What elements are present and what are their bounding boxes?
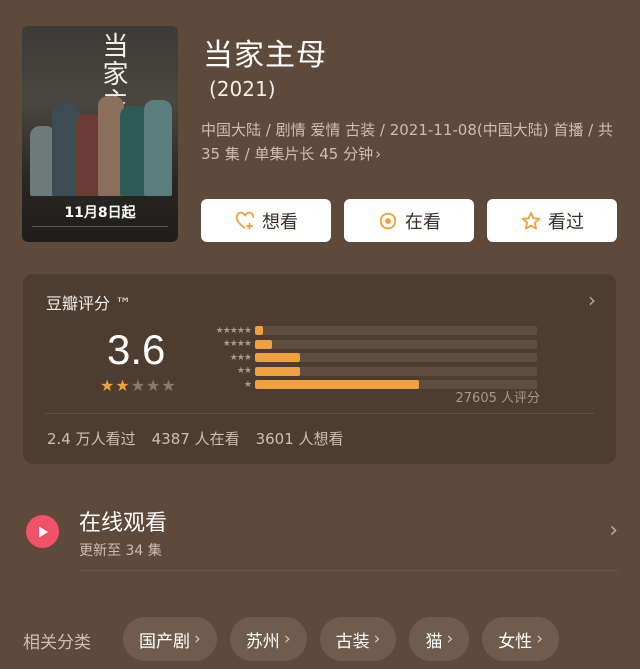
rating-bar-fill (255, 366, 301, 376)
watching-button[interactable]: 在看 (344, 199, 474, 242)
want-to-watch-button[interactable]: 想看 (201, 199, 331, 242)
watching-label: 在看 (405, 211, 441, 233)
chevron-right-icon: › (283, 629, 291, 649)
star-filled-icon: ★ (100, 376, 115, 395)
circle-dot-icon (379, 212, 397, 229)
tag-chip[interactable]: 猫 › (409, 617, 470, 661)
poster-image[interactable]: 当家主母 11月8日起 (22, 26, 178, 242)
tag-label: 女性 (498, 631, 533, 652)
bar-star-label: ★ (243, 379, 252, 390)
poster-figures (22, 86, 178, 196)
bar-star-label: ★★★ (229, 352, 252, 363)
rating-bar-row: ★★★★★ (199, 324, 537, 337)
chevron-right-icon: › (446, 629, 454, 649)
rating-distribution: ★★★★★ ★★★★ ★★★ ★★ ★ (199, 324, 537, 392)
rating-bar-fill (255, 353, 301, 362)
online-watch-subtitle: 更新至 34 集 (79, 543, 162, 559)
rating-bar-row: ★★ (199, 365, 537, 378)
show-meta[interactable]: 中国大陆 / 剧情 爱情 古装 / 2021-11-08(中国大陆) 首播 / … (201, 118, 621, 166)
heart-plus-icon (235, 211, 255, 229)
star-empty-icon: ★ (146, 376, 161, 395)
rating-score: 3.6 (107, 326, 166, 373)
bar-star-label: ★★★★ (222, 339, 252, 349)
stat-watching: 4387 人在看 (151, 430, 240, 448)
tag-chip[interactable]: 苏州 › (229, 617, 307, 661)
tag-label: 古装 (335, 631, 370, 652)
chevron-right-icon: › (536, 629, 544, 649)
play-icon (26, 515, 59, 548)
rating-bar-track (255, 353, 537, 362)
related-tags: 国产剧 › 苏州 › 古装 › 猫 › 女性 › (123, 617, 560, 661)
rating-card[interactable]: 豆瓣评分 ™ › 3.6 ★ ★ ★ ★ ★ ★★★★★ ★★★★ ★★★ ★★ ★ 27605… (23, 274, 616, 464)
star-empty-icon: ★ (161, 376, 176, 395)
star-filled-icon: ★ (115, 376, 130, 395)
poster-date: 11月8日起 (64, 205, 136, 221)
action-buttons: 想看 在看 看过 (201, 199, 617, 242)
star-outline-icon (521, 211, 541, 230)
stat-want: 3601 人想看 (255, 430, 344, 448)
rating-bar-row: ★★★★ (199, 338, 537, 351)
tag-chip[interactable]: 古装 › (319, 617, 397, 661)
chevron-right-icon: › (373, 629, 381, 649)
rating-bar-row: ★★★ (199, 351, 537, 364)
want-to-watch-label: 想看 (262, 211, 298, 233)
tag-chip[interactable]: 女性 › (482, 617, 560, 661)
release-year: (2021) (209, 77, 276, 101)
poster-fineprint (32, 226, 168, 236)
meta-text: 中国大陆 / 剧情 爱情 古装 / 2021-11-08(中国大陆) 首播 / … (201, 121, 613, 163)
rating-bar-track (255, 326, 537, 335)
rating-bar-fill (255, 380, 419, 389)
related-categories-label: 相关分类 (23, 633, 91, 653)
watch-stats: 2.4 万人看过 4387 人在看 3601 人想看 (47, 428, 344, 449)
online-watch-row[interactable]: 在线观看 更新至 34 集 › (0, 496, 640, 570)
chevron-right-icon: › (194, 629, 201, 649)
tag-label: 苏州 (245, 631, 280, 652)
chevron-right-icon: › (609, 518, 618, 543)
rating-bar-fill (255, 326, 264, 335)
stat-watched: 2.4 万人看过 (47, 430, 136, 448)
chevron-right-icon: › (588, 288, 596, 312)
rating-bar-fill (255, 339, 272, 349)
rating-stars: ★ ★ ★ ★ ★ (100, 378, 176, 394)
rating-bar-track (255, 366, 537, 376)
page-title: 当家主母 (203, 38, 327, 73)
tag-label: 国产剧 (139, 631, 190, 652)
rating-count: 27605 人评分 (455, 391, 541, 406)
watched-button[interactable]: 看过 (487, 199, 617, 242)
bar-star-label: ★★★★★ (215, 325, 252, 336)
chevron-right-icon: › (375, 145, 382, 163)
rating-card-title: 豆瓣评分 ™ (46, 294, 132, 313)
tag-chip[interactable]: 国产剧 › (123, 617, 217, 661)
divider (45, 413, 594, 414)
tag-label: 猫 (425, 631, 443, 652)
divider (79, 570, 618, 571)
star-empty-icon: ★ (130, 376, 146, 395)
watched-label: 看过 (548, 211, 584, 233)
bar-star-label: ★★ (236, 366, 252, 376)
rating-bar-track (255, 339, 537, 349)
online-watch-title: 在线观看 (79, 511, 168, 536)
